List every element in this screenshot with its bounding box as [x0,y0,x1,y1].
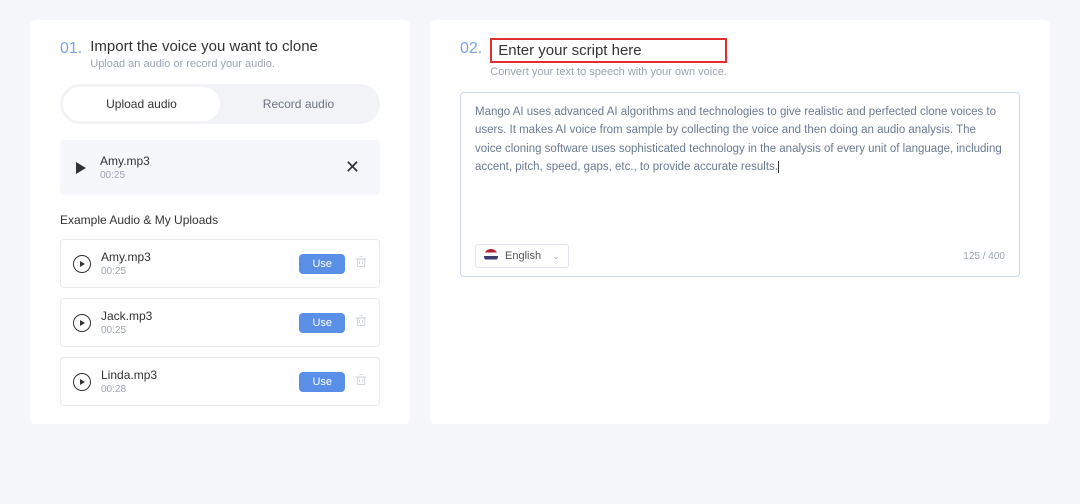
play-icon[interactable] [76,162,86,174]
list-item: Linda.mp3 00:28 Use [60,357,380,406]
audio-item-name: Linda.mp3 [101,368,157,382]
script-footer: English ⌄ 125 / 400 [475,238,1005,268]
step2-number: 02. [460,40,482,58]
audio-item-name: Jack.mp3 [101,309,152,323]
play-circle-icon[interactable] [73,255,91,273]
highlighted-title-box: Enter your script here [490,38,727,63]
use-button[interactable]: Use [299,372,345,392]
language-select[interactable]: English ⌄ [475,244,569,268]
audio-item-name: Amy.mp3 [101,250,151,264]
current-uploaded-audio: Amy.mp3 00:25 ✕ [60,140,380,195]
chevron-down-icon: ⌄ [552,251,560,262]
us-flag-icon [484,249,498,263]
step2-subtitle: Convert your text to speech with your ow… [490,66,727,78]
text-cursor [778,161,779,173]
step2-panel: 02. Enter your script here Convert your … [430,20,1050,424]
use-button[interactable]: Use [299,254,345,274]
step1-header: 01. Import the voice you want to clone U… [60,38,380,70]
current-audio-duration: 00:25 [100,170,150,181]
close-icon[interactable]: ✕ [341,157,364,178]
audio-item-duration: 00:25 [101,325,152,336]
step2-header: 02. Enter your script here Convert your … [460,38,1020,78]
upload-audio-tab[interactable]: Upload audio [63,87,220,121]
record-audio-tab[interactable]: Record audio [220,87,377,121]
step2-title: Enter your script here [498,42,719,59]
trash-icon[interactable] [355,314,367,332]
play-circle-icon[interactable] [73,314,91,332]
step1-subtitle: Upload an audio or record your audio. [90,58,318,70]
step1-title: Import the voice you want to clone [90,38,318,55]
trash-icon[interactable] [355,255,367,273]
character-count: 125 / 400 [963,251,1005,262]
script-input-box: Mango AI uses advanced AI algorithms and… [460,92,1020,277]
step1-panel: 01. Import the voice you want to clone U… [30,20,410,424]
uploads-section-label: Example Audio & My Uploads [60,213,380,227]
audio-item-duration: 00:28 [101,384,157,395]
current-audio-name: Amy.mp3 [100,154,150,168]
audio-input-tabs: Upload audio Record audio [60,84,380,124]
step1-number: 01. [60,40,82,58]
list-item: Jack.mp3 00:25 Use [60,298,380,347]
trash-icon[interactable] [355,373,367,391]
list-item: Amy.mp3 00:25 Use [60,239,380,288]
audio-item-duration: 00:25 [101,266,151,277]
use-button[interactable]: Use [299,313,345,333]
language-name: English [505,250,541,262]
audio-list: Amy.mp3 00:25 Use Jack.mp3 00:25 Use [60,239,380,406]
play-circle-icon[interactable] [73,373,91,391]
script-textarea[interactable]: Mango AI uses advanced AI algorithms and… [475,103,1005,232]
